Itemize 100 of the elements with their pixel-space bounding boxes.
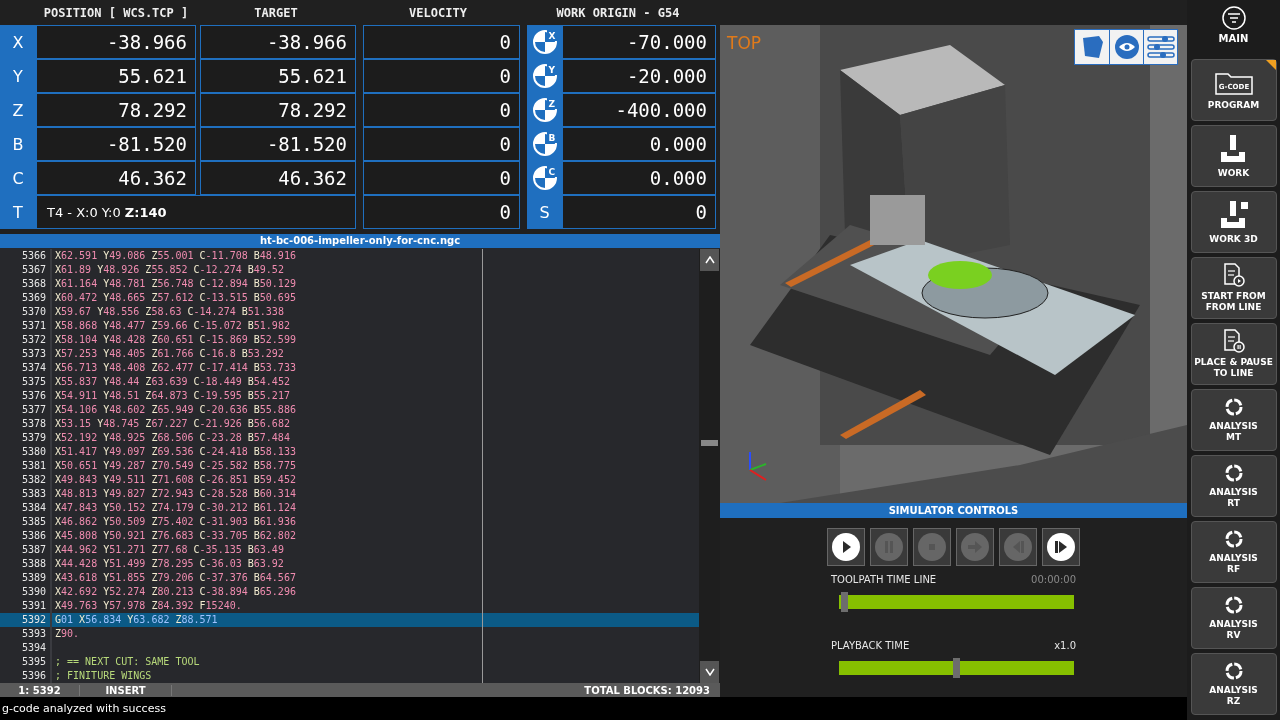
- code-line: X43.618 Y51.855 Z79.206 C-37.376 B64.567: [54, 571, 296, 585]
- line-number: 5374: [20, 361, 47, 375]
- code-line: X60.472 Y48.665 Z57.612 C-13.515 B50.695: [54, 291, 296, 305]
- play-button[interactable]: [827, 528, 865, 566]
- cursor-position: 1: 5392: [0, 684, 80, 696]
- nav-button[interactable]: ANALYSIS RF: [1190, 521, 1277, 583]
- slider-thumb[interactable]: [953, 658, 960, 678]
- work-origin-icon: C: [531, 165, 558, 191]
- code-line: X55.837 Y48.44 Z63.639 C-18.449 B54.452: [54, 375, 290, 389]
- sliders-button[interactable]: [1143, 30, 1177, 64]
- line-number: 5377: [20, 403, 47, 417]
- menu-icon[interactable]: [1221, 6, 1246, 30]
- slider-thumb[interactable]: [841, 592, 849, 612]
- target-value: -38.966: [200, 25, 356, 59]
- caret-up-icon: [704, 256, 715, 264]
- line-number: 5394: [20, 641, 47, 655]
- ring-icon: [1223, 595, 1244, 615]
- code-line: X61.89 Y48.926 Z55.852 C-12.274 B49.52: [54, 263, 284, 277]
- nav-button[interactable]: START FROM FROM LINE: [1190, 257, 1277, 319]
- line-number: 5375: [20, 375, 47, 389]
- line-number: 5396: [20, 669, 47, 683]
- line-number: 5383: [20, 487, 47, 501]
- spindle-value: 0: [562, 195, 716, 229]
- line-number: 5390: [20, 585, 47, 599]
- velocity-value: 0: [363, 195, 520, 229]
- scroll-down-button[interactable]: [700, 661, 719, 683]
- velocity-value: 0: [363, 161, 520, 195]
- line-number: 5381: [20, 459, 47, 473]
- work-origin-icon: Z: [531, 97, 558, 123]
- slider-track[interactable]: [839, 592, 1074, 612]
- nav-button[interactable]: ANALYSIS RZ: [1190, 653, 1277, 715]
- code-line: X53.15 Y48.745 Z67.227 C-21.926 B56.682: [54, 417, 290, 431]
- velocity-value: 0: [363, 25, 520, 59]
- line-number: 5368: [20, 277, 47, 291]
- code-line: X44.428 Y51.499 Z78.295 C-36.03 B63.92: [54, 557, 284, 571]
- tool-info: T4 - X:0 Y:0 Z:140: [36, 195, 356, 229]
- position-value: -38.966: [36, 25, 196, 59]
- work-origin-icon: Y: [531, 63, 558, 89]
- slider-track[interactable]: [839, 658, 1074, 678]
- line-number: 5386: [20, 529, 47, 543]
- code-line: X58.104 Y48.428 Z60.651 C-15.869 B52.599: [54, 333, 296, 347]
- slider-reading: x1.0: [1054, 640, 1076, 651]
- velocity-value: 0: [363, 59, 520, 93]
- code-line: X45.808 Y50.921 Z76.683 C-33.705 B62.802: [54, 529, 296, 543]
- file-title: ht-bc-006-impeller-only-for-cnc.ngc: [0, 234, 720, 248]
- code-line: X49.763 Y57.978 Z84.392 F15240.: [54, 599, 242, 613]
- line-number: 5391: [20, 599, 47, 613]
- code-line: Z90.: [54, 627, 80, 641]
- line-number: 5379: [20, 431, 47, 445]
- nav-button[interactable]: WORK: [1190, 125, 1277, 187]
- slider-reading: 00:00:00: [1031, 574, 1076, 585]
- line-number: 5367: [20, 263, 47, 277]
- forward-icon: [1046, 532, 1076, 562]
- work-origin-icon: B: [531, 131, 558, 157]
- ring-icon: [1223, 529, 1244, 549]
- axis-label: S: [527, 195, 562, 229]
- stop-icon: [917, 532, 947, 562]
- line-number: 5389: [20, 571, 47, 585]
- target-value: 46.362: [200, 161, 356, 195]
- axis-label: C: [0, 161, 36, 195]
- column-header: VELOCITY: [408, 5, 468, 20]
- line-number: 5370: [20, 305, 47, 319]
- code-line: X47.843 Y50.152 Z74.179 C-30.212 B61.124: [54, 501, 296, 515]
- code-line: G01 X56.834 Y63.682 Z88.571: [54, 613, 218, 627]
- nav-button[interactable]: ANALYSIS RV: [1190, 587, 1277, 649]
- code-comment: ; FINITURE WINGS: [54, 669, 152, 683]
- slider-label: TOOLPATH TIME LINE: [831, 574, 937, 585]
- scroll-up-button[interactable]: [700, 249, 719, 271]
- nav-button[interactable]: ANALYSIS RT: [1190, 455, 1277, 517]
- line-number: 5384: [20, 501, 47, 515]
- nav-button[interactable]: PLACE & PAUSE TO LINE: [1190, 323, 1277, 385]
- origin-value: -400.000: [562, 93, 716, 127]
- axis-label: Y: [0, 59, 36, 93]
- nav-button[interactable]: ANALYSIS MT: [1190, 389, 1277, 451]
- line-number: 5393: [20, 627, 47, 641]
- axis-label: B: [0, 127, 36, 161]
- origin-value: -20.000: [562, 59, 716, 93]
- main-label: MAIN: [1218, 33, 1249, 44]
- pause-icon: [874, 532, 904, 562]
- nav-button[interactable]: WORK 3D: [1190, 191, 1277, 253]
- axis-label: T: [0, 195, 36, 229]
- code-line: X46.862 Y50.509 Z75.402 C-31.903 B61.936: [54, 515, 296, 529]
- origin-value: 0.000: [562, 127, 716, 161]
- work-origin-icon: X: [531, 29, 558, 55]
- scroll-thumb[interactable]: [701, 440, 718, 446]
- file-pause-icon: [1222, 329, 1245, 353]
- status-message: g-code analyzed with success: [0, 697, 1187, 720]
- line-number: 5376: [20, 389, 47, 403]
- column-header: TARGET: [253, 5, 299, 20]
- ring-icon: [1223, 397, 1244, 417]
- code-line: X61.164 Y48.781 Z56.748 C-12.894 B50.129: [54, 277, 296, 291]
- line-number: 5388: [20, 557, 47, 571]
- origin-value: 0.000: [562, 161, 716, 195]
- position-value: 55.621: [36, 59, 196, 93]
- code-line: X49.843 Y49.511 Z71.608 C-26.851 B59.452: [54, 473, 296, 487]
- origin-value: -70.000: [562, 25, 716, 59]
- forward-button[interactable]: [1042, 528, 1080, 566]
- code-line: X44.962 Y51.271 Z77.68 C-35.135 B63.49: [54, 543, 284, 557]
- line-number: 5392: [20, 613, 47, 627]
- code-line: X54.911 Y48.51 Z64.873 C-19.595 B55.217: [54, 389, 290, 403]
